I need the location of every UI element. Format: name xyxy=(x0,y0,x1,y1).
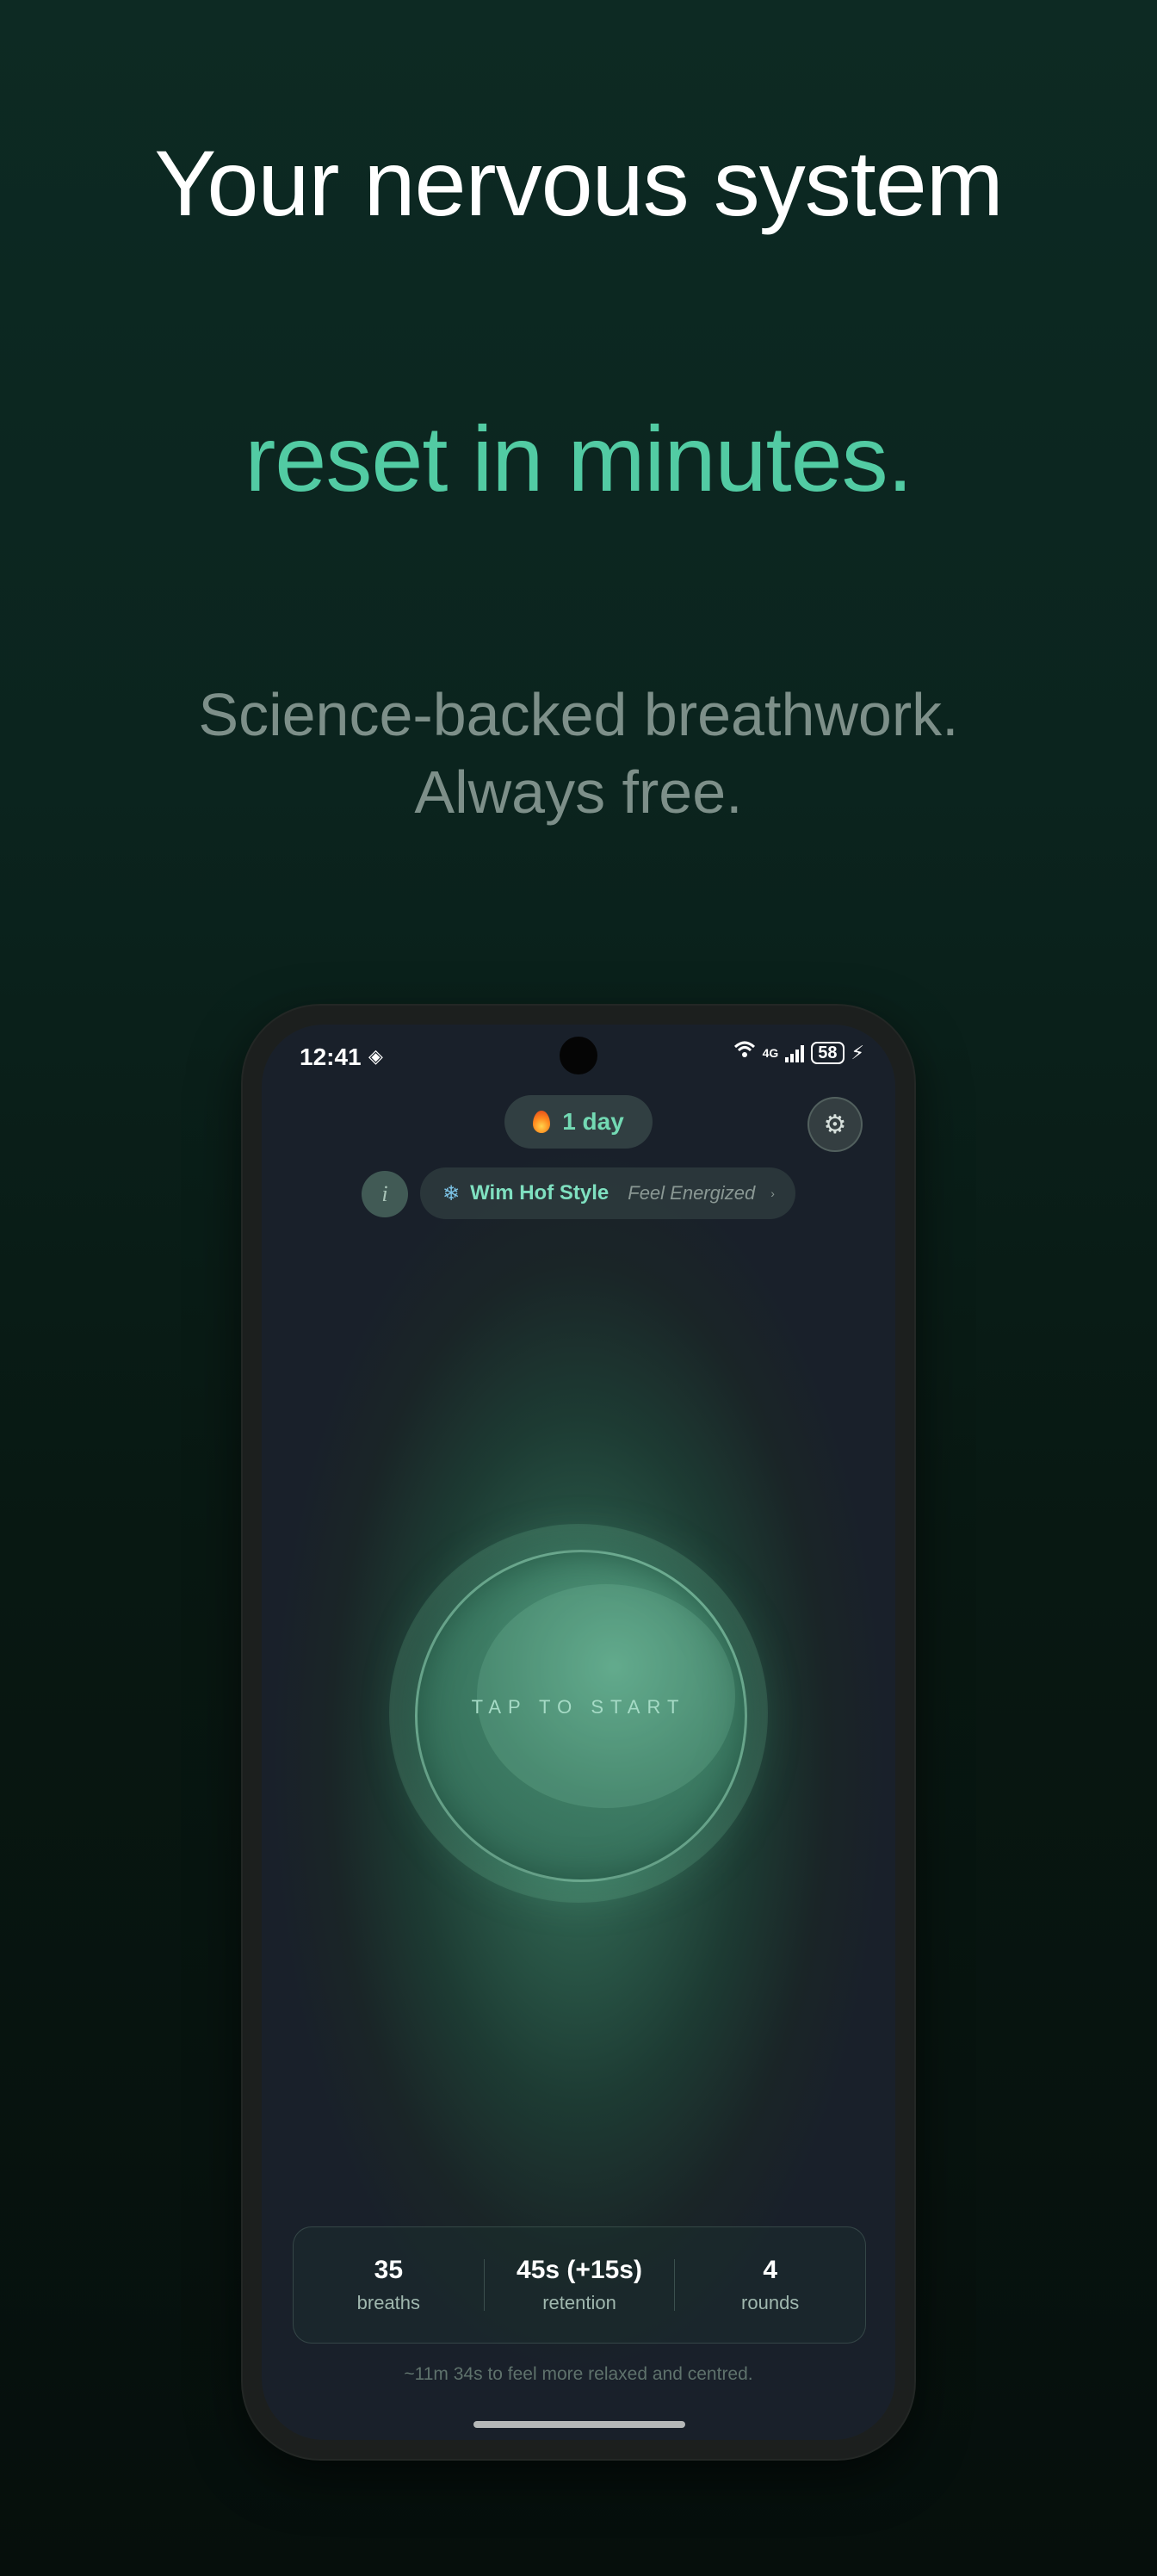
app-screen: 12:41 ◈ 4G 58 ⚡ 1 day ⚙ i ❄ Wim Hof Styl… xyxy=(262,1025,895,2440)
stat-breaths: 35 breaths xyxy=(294,2256,484,2314)
headline-line-2: reset in minutes. xyxy=(244,406,913,511)
status-time: 12:41 xyxy=(300,1043,362,1070)
gear-icon: ⚙ xyxy=(823,1110,847,1139)
headline-line-1: Your nervous system xyxy=(154,131,1003,235)
network-type: 4G xyxy=(762,1045,779,1060)
technique-selector[interactable]: ❄ Wim Hof Style Feel Energized › xyxy=(420,1167,795,1219)
status-icons: 4G 58 ⚡ xyxy=(733,1040,864,1065)
streak-badge[interactable]: 1 day xyxy=(504,1095,653,1149)
technique-name: Wim Hof Style xyxy=(470,1181,609,1204)
stat-label: retention xyxy=(542,2292,616,2313)
technique-icon: ❄ xyxy=(442,1181,461,1205)
home-indicator[interactable] xyxy=(473,2421,685,2428)
wifi-icon xyxy=(733,1040,756,1065)
settings-button[interactable]: ⚙ xyxy=(807,1097,863,1152)
technique-mood: Feel Energized xyxy=(628,1182,756,1204)
notification-icon: ◈ xyxy=(368,1045,383,1067)
stat-label: rounds xyxy=(741,2292,800,2313)
subheadline-line-2: Always free. xyxy=(414,759,743,826)
battery-level: 58 xyxy=(811,1041,845,1064)
phone-frame: 12:41 ◈ 4G 58 ⚡ 1 day ⚙ i ❄ Wim Hof Styl… xyxy=(243,1006,914,2459)
stat-retention: 45s (+15s) retention xyxy=(485,2256,675,2314)
stat-value: 45s (+15s) xyxy=(517,2256,642,2284)
subheadline: Science-backed breathwork. Always free. xyxy=(0,676,1157,831)
info-icon: i xyxy=(381,1181,388,1206)
stat-value: 35 xyxy=(374,2256,404,2284)
front-camera xyxy=(560,1037,597,1074)
session-summary: ~11m 34s to feel more relaxed and centre… xyxy=(404,2364,753,2384)
stat-label: breaths xyxy=(356,2292,421,2313)
info-button[interactable]: i xyxy=(362,1171,408,1217)
subheadline-line-1: Science-backed breathwork. xyxy=(198,681,959,748)
stat-value: 4 xyxy=(763,2256,778,2284)
streak-label: 1 day xyxy=(562,1108,624,1135)
session-stats: 35 breaths 45s (+15s) retention 4 rounds xyxy=(293,2226,866,2344)
fire-icon xyxy=(533,1111,551,1133)
signal-icon xyxy=(785,1043,805,1062)
tap-to-start-label[interactable]: TAP TO START xyxy=(415,1696,742,1718)
charging-icon: ⚡ xyxy=(851,1041,864,1063)
chevron-right-icon: › xyxy=(770,1186,775,1200)
stat-rounds: 4 rounds xyxy=(675,2256,865,2314)
